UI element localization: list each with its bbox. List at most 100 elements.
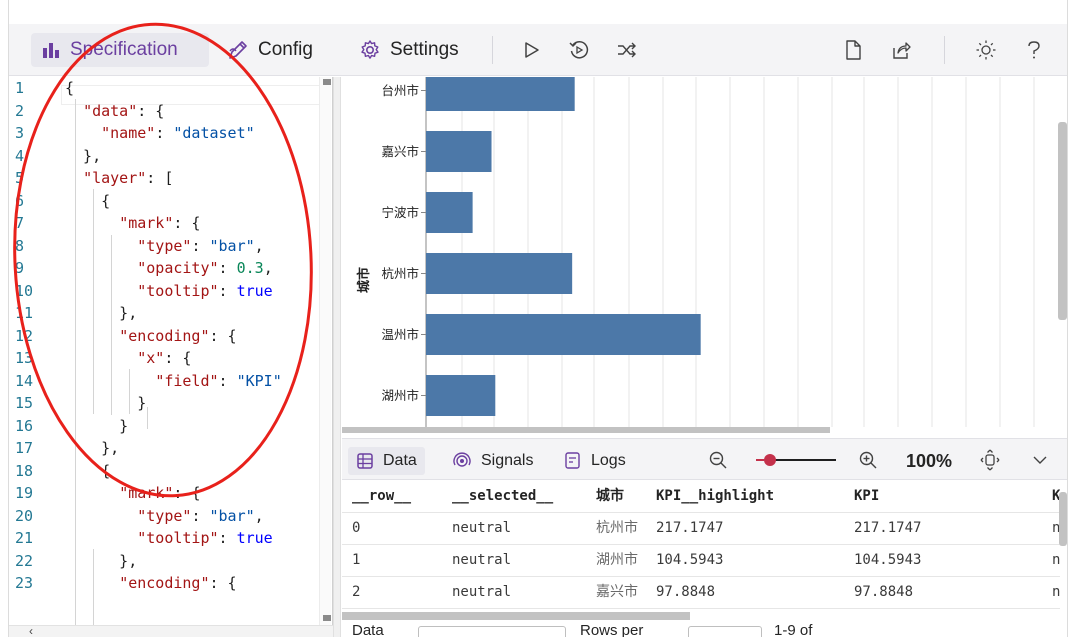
code-line[interactable]: "name": "dataset" [65, 122, 255, 144]
collapse-panel-button[interactable] [1026, 446, 1054, 474]
line-number-gutter: 1 2 3 4 5 6 7 8 9 10 11 12 13 14 15 16 17 18 19 20 21 22 23 [9, 77, 61, 625]
table-cell: 97.8848 [854, 584, 914, 600]
chart-vertical-scrollbar[interactable] [1058, 122, 1067, 320]
line-number: 20 [15, 506, 34, 525]
main-toolbar: Specification Config Settings [9, 24, 1067, 76]
column-header: __selected__ [452, 488, 554, 504]
column-header: 城市 [596, 488, 624, 504]
tab-settings[interactable]: Settings [349, 33, 469, 67]
theme-toggle-button[interactable] [972, 36, 1000, 64]
data-select[interactable] [418, 626, 566, 637]
tab-data[interactable]: Data [348, 447, 425, 475]
table-cell: 2 [352, 584, 361, 600]
code-line[interactable]: "field": "KPI" [65, 370, 281, 392]
code-line[interactable]: }, [65, 437, 119, 459]
help-button[interactable] [1020, 36, 1048, 64]
bar [426, 131, 492, 172]
bar [426, 77, 575, 111]
chart-view: 台州市 嘉兴市 宁波市 杭州市 温州市 湖州市 城市 [342, 77, 1060, 427]
table-cell: 1 [352, 552, 361, 568]
editor-vertical-scrollbar[interactable] [319, 77, 331, 625]
data-table: __row__ __selected__ 城市 KPI__highlight KPI K 0… [342, 481, 1060, 611]
pagination-footer: Data Rows per 1-9 of [342, 620, 1067, 637]
question-mark-icon [1028, 41, 1040, 59]
indent-guide [93, 189, 94, 414]
tab-logs[interactable]: Logs [556, 447, 634, 475]
tab-specification[interactable]: Specification [31, 33, 209, 67]
column-header: __row__ [352, 488, 412, 504]
zoom-in-icon [859, 451, 877, 469]
bar [426, 375, 496, 416]
code-line[interactable]: { [65, 460, 110, 482]
zoom-in-button[interactable] [854, 446, 882, 474]
code-line[interactable]: "mark": { [65, 212, 200, 234]
line-number: 14 [15, 371, 34, 390]
bar [426, 253, 573, 294]
code-line[interactable]: "layer": [ [65, 167, 173, 189]
table-cell: 104.5943 [656, 552, 724, 568]
code-line[interactable]: { [65, 77, 74, 99]
code-line[interactable]: }, [65, 145, 101, 167]
line-number: 8 [15, 236, 25, 255]
rows-per-page-select[interactable] [688, 626, 762, 637]
fit-view-button[interactable] [976, 446, 1004, 474]
line-number: 13 [15, 349, 34, 367]
pane-splitter[interactable] [333, 77, 341, 637]
shuffle-button[interactable] [613, 36, 641, 64]
code-line[interactable]: "opacity": 0.3, [65, 257, 272, 279]
signal-icon [453, 452, 471, 467]
line-number: 22 [15, 551, 34, 570]
line-number: 1 [15, 79, 25, 97]
run-button[interactable] [517, 36, 545, 64]
y-tick-label: 宁波市 [381, 205, 419, 220]
table-vertical-scrollbar[interactable] [1059, 492, 1067, 546]
code-line[interactable]: "mark": { [65, 482, 200, 504]
bar-chart: 台州市嘉兴市宁波市杭州市温州市湖州市 城市 [356, 77, 1035, 427]
code-line[interactable]: "encoding": { [65, 325, 236, 347]
table-cell: 104.5943 [854, 552, 922, 568]
code-area[interactable]: { "data": { "name": "dataset" }, "layer"… [61, 77, 323, 625]
scroll-marker [323, 79, 331, 85]
rows-per-label: Rows per [580, 622, 644, 637]
row-divider [342, 608, 1060, 609]
indent-guide [111, 235, 112, 415]
indent-guide [93, 549, 94, 625]
table-cell: 97.8848 [656, 584, 716, 600]
rerun-button[interactable] [565, 36, 593, 64]
y-tick-label: 温州市 [381, 327, 419, 342]
code-line[interactable]: "type": "bar", [65, 505, 263, 527]
new-file-button[interactable] [839, 36, 867, 64]
code-line[interactable]: "data": { [65, 100, 164, 122]
line-number: 21 [15, 529, 34, 547]
tab-config[interactable]: Config [217, 33, 323, 67]
code-line[interactable]: "tooltip": true [65, 527, 272, 549]
code-line[interactable]: } [65, 392, 146, 414]
zoom-out-button[interactable] [704, 446, 732, 474]
table-cell: neutral [452, 520, 512, 536]
tab-signals[interactable]: Signals [444, 447, 541, 475]
play-icon [525, 42, 539, 58]
zoom-slider-track[interactable] [770, 459, 836, 461]
indent-guide [147, 407, 148, 429]
editor-horizontal-scrollbar[interactable]: ‹ [9, 624, 333, 637]
toolbar-divider [944, 36, 945, 64]
spec-editor[interactable]: 1 2 3 4 5 6 7 8 9 10 11 12 13 14 15 16 17 18 19 20 21 22 23 { … [9, 77, 333, 625]
code-line[interactable]: "x": { [65, 347, 191, 369]
code-line[interactable]: "encoding": { [65, 572, 236, 594]
share-button[interactable] [887, 36, 915, 64]
zoom-slider-fill [756, 459, 764, 461]
table-cell: 0 [352, 520, 361, 536]
data-panel-toolbar: Data Signals Logs 100% [342, 438, 1067, 480]
line-number: 9 [15, 259, 25, 277]
scroll-left-arrow-icon[interactable]: ‹ [29, 624, 33, 637]
chart-horizontal-scrollbar[interactable] [342, 427, 830, 433]
code-line[interactable]: { [65, 190, 110, 212]
table-horizontal-scrollbar[interactable] [342, 612, 690, 620]
zoom-slider-handle[interactable] [764, 454, 776, 466]
line-number: 17 [15, 439, 34, 457]
table-cell: 217.1747 [854, 520, 922, 536]
line-number: 4 [15, 146, 25, 165]
restart-icon [569, 41, 589, 59]
code-line[interactable]: "type": "bar", [65, 235, 263, 257]
code-line[interactable]: "tooltip": true [65, 280, 272, 302]
